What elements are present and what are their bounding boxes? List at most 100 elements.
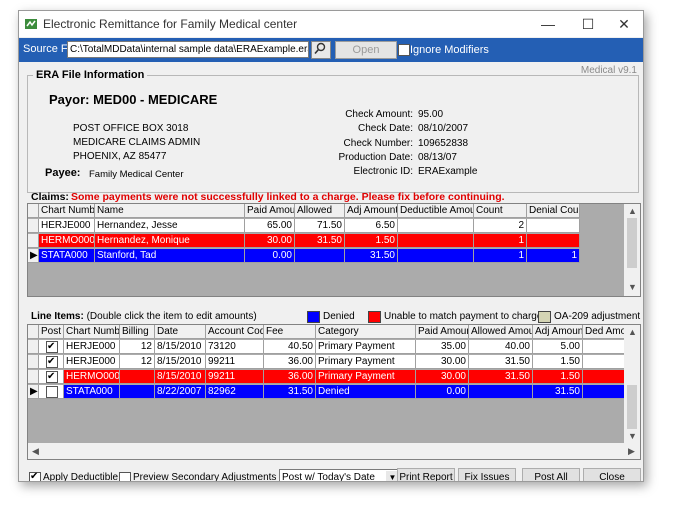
account-code-cell: 73120 (206, 340, 264, 354)
minimize-button[interactable]: — (529, 11, 567, 37)
post-checkbox[interactable] (46, 340, 58, 353)
oa209-legend-swatch (538, 311, 551, 323)
fix-issues-button[interactable]: Fix Issues (458, 468, 516, 481)
column-header[interactable]: Post (39, 325, 64, 339)
chart-number-cell: STATA000 (64, 385, 120, 399)
denied-legend-label: Denied (323, 311, 355, 322)
column-header[interactable]: Account Code (206, 325, 264, 339)
column-header[interactable]: Paid Amount (245, 204, 295, 218)
adj-cell: 31.50 (533, 385, 583, 399)
close-button[interactable]: Close (583, 468, 641, 481)
paid-cell: 30.00 (416, 370, 469, 384)
row-indicator-header (28, 325, 39, 339)
line-items-vertical-scrollbar[interactable]: ▲ ▼ (624, 325, 640, 443)
source-file-bar: Source File: C:\TotalMDData\internal sam… (19, 38, 643, 62)
column-header[interactable]: Deductible Amount (398, 204, 474, 218)
chart-number-cell: HERJE000 (64, 340, 120, 354)
column-header[interactable]: Paid Amount (416, 325, 469, 339)
chart-number-cell: HERJE000 (64, 355, 120, 369)
scroll-thumb[interactable] (627, 385, 637, 429)
column-header[interactable]: Adj Amount (533, 325, 583, 339)
post-cell[interactable] (39, 385, 64, 399)
browse-button[interactable] (311, 41, 331, 59)
post-checkbox[interactable] (46, 386, 58, 398)
post-date-dropdown[interactable]: Post w/ Today's Date ▼ (279, 469, 401, 481)
row-indicator (28, 370, 39, 384)
column-header[interactable]: Count (474, 204, 527, 218)
adj-cell: 31.50 (345, 249, 398, 263)
column-header[interactable]: Denial Count (527, 204, 580, 218)
maximize-button[interactable]: ☐ (569, 11, 607, 37)
column-header[interactable]: Date (155, 325, 206, 339)
post-cell[interactable] (39, 340, 64, 354)
oa209-legend-label: OA-209 adjustment (554, 311, 641, 322)
check-date-label: Check Date: (357, 123, 413, 134)
check-number-label: Check Number: (343, 138, 413, 149)
column-header[interactable]: Allowed (295, 204, 345, 218)
row-indicator-header (28, 204, 39, 218)
column-header[interactable]: Category (316, 325, 416, 339)
close-window-button[interactable]: ✕ (605, 11, 643, 37)
scroll-up-icon[interactable]: ▲ (628, 206, 637, 216)
electronic-id-value: ERAExample (418, 166, 478, 177)
row-indicator (28, 355, 39, 369)
ignore-modifiers-checkbox[interactable] (398, 44, 410, 56)
preview-secondary-checkbox[interactable] (119, 472, 131, 481)
line-items-horizontal-scrollbar[interactable]: ◀ ▶ (28, 443, 640, 459)
column-header[interactable]: Fee (264, 325, 316, 339)
apply-deductible-label: Apply Deductible (43, 472, 119, 482)
scroll-right-icon[interactable]: ▶ (628, 446, 635, 457)
production-date-label: Production Date: (338, 152, 414, 163)
unmatched-legend-label: Unable to match payment to charge (384, 311, 543, 322)
post-checkbox[interactable] (46, 370, 58, 383)
fee-cell: 36.00 (264, 355, 316, 369)
app-icon (25, 19, 37, 29)
post-checkbox[interactable] (46, 355, 58, 368)
line-items-grid[interactable]: Post Chart Number Billing Date Account C… (27, 324, 641, 460)
payee-value: Family Medical Center (89, 169, 184, 180)
post-cell[interactable] (39, 370, 64, 384)
window-title: Electronic Remittance for Family Medical… (43, 17, 298, 31)
source-file-input[interactable]: C:\TotalMDData\internal sample data\ERAE… (67, 41, 309, 58)
column-header[interactable]: Adj Amount (345, 204, 398, 218)
date-cell: 8/15/2010 (155, 370, 206, 384)
search-icon (314, 42, 326, 55)
claims-grid[interactable]: Chart Number Name Paid Amount Allowed Ad… (27, 203, 641, 297)
scroll-up-icon[interactable]: ▲ (628, 327, 637, 337)
open-button[interactable]: Open (335, 41, 397, 59)
count-cell: 2 (474, 219, 527, 233)
post-all-button[interactable]: Post All (522, 468, 580, 481)
apply-deductible-checkbox[interactable] (29, 471, 41, 481)
count-cell: 1 (474, 234, 527, 248)
name-cell: Stanford, Tad (95, 249, 245, 263)
allowed-cell: 71.50 (295, 219, 345, 233)
column-header[interactable]: Chart Number (39, 204, 95, 218)
allowed-cell: 31.50 (469, 370, 533, 384)
allowed-cell (469, 385, 533, 399)
scroll-left-icon[interactable]: ◀ (32, 446, 39, 457)
print-report-button[interactable]: Print Report (397, 468, 455, 481)
column-header[interactable]: Allowed Amount (469, 325, 533, 339)
scroll-thumb[interactable] (627, 218, 637, 268)
row-indicator (28, 234, 39, 248)
paid-cell: 0.00 (416, 385, 469, 399)
check-date-value: 08/10/2007 (418, 123, 469, 134)
scroll-down-icon[interactable]: ▼ (628, 431, 637, 441)
category-cell: Primary Payment (316, 355, 416, 369)
paid-cell: 65.00 (245, 219, 295, 233)
account-code-cell: 99211 (206, 355, 264, 369)
account-code-cell: 99211 (206, 370, 264, 384)
fee-cell: 31.50 (264, 385, 316, 399)
column-header[interactable]: Name (95, 204, 245, 218)
column-header[interactable]: Chart Number (64, 325, 120, 339)
column-header[interactable]: Billing (120, 325, 155, 339)
scroll-down-icon[interactable]: ▼ (628, 282, 637, 292)
electronic-id-label: Electronic ID: (353, 166, 413, 177)
check-amount-value: 95.00 (418, 109, 444, 120)
date-cell: 8/15/2010 (155, 355, 206, 369)
row-indicator (28, 219, 39, 233)
payor-address-line: MEDICARE CLAIMS ADMIN (73, 137, 201, 148)
post-cell[interactable] (39, 355, 64, 369)
claims-vertical-scrollbar[interactable]: ▲ ▼ (624, 204, 640, 296)
adj-cell: 1.50 (533, 370, 583, 384)
